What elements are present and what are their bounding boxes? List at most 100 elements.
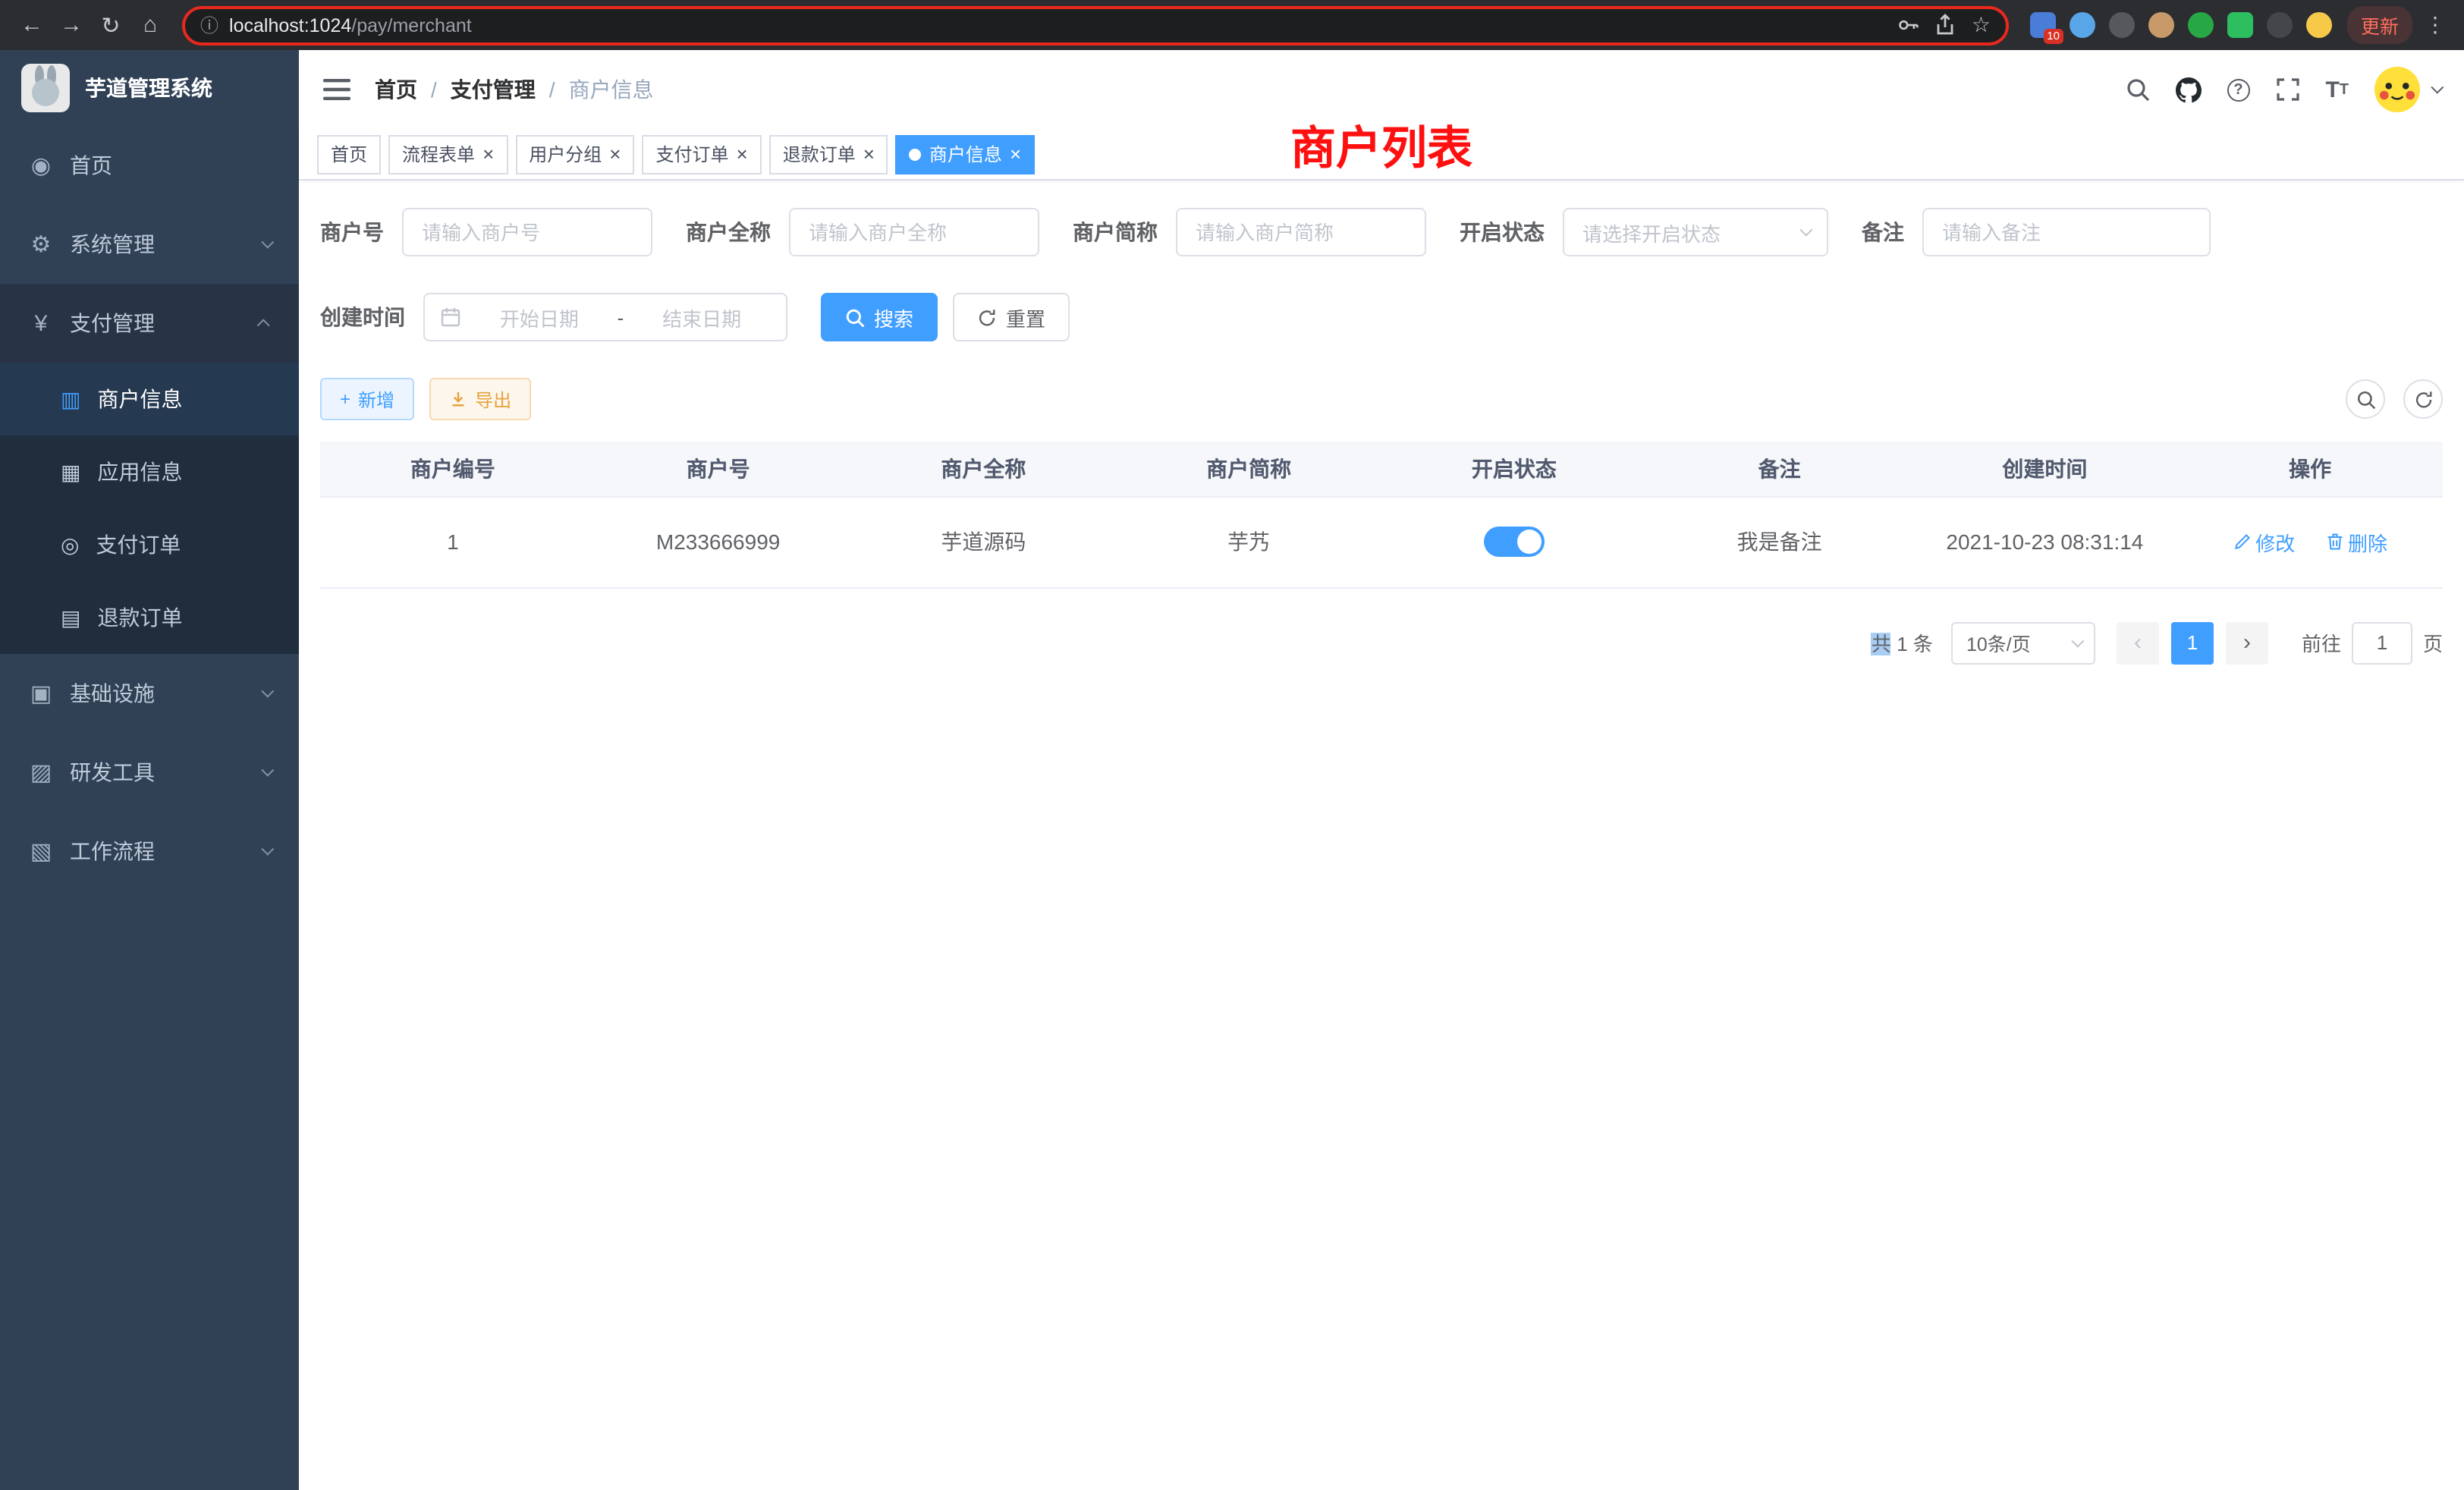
close-icon[interactable]: × [482, 144, 494, 164]
bookmark-star-icon[interactable]: ☆ [1972, 12, 1991, 38]
sidebar-item-system[interactable]: ⚙ 系统管理 [0, 205, 299, 284]
next-page-button[interactable]: › [2226, 621, 2268, 664]
page-size-select[interactable]: 10条/页 [1951, 621, 2095, 664]
reload-icon[interactable]: ↻ [91, 5, 130, 45]
extension-icon[interactable] [2109, 12, 2135, 38]
status-select[interactable]: 请选择开启状态 [1563, 208, 1828, 256]
toggle-search-button[interactable] [2346, 379, 2385, 419]
status-toggle[interactable] [1484, 527, 1545, 557]
chevron-down-icon [261, 236, 274, 249]
tab-user-group[interactable]: 用户分组 × [515, 134, 634, 174]
chevron-down-icon [1799, 224, 1812, 237]
card-icon: ▥ [61, 386, 80, 412]
search-icon[interactable] [2125, 77, 2149, 102]
key-icon[interactable] [1897, 14, 1920, 36]
url-bar[interactable]: ⓘ localhost:1024 /pay/merchant ☆ [182, 5, 2009, 45]
short-name-input[interactable] [1176, 208, 1426, 256]
monitor-icon: ▣ [29, 680, 53, 707]
status-select-placeholder: 请选择开启状态 [1582, 218, 1721, 247]
sidebar-item-app-info[interactable]: ▦ 应用信息 [0, 435, 299, 508]
sidebar-item-infrastructure[interactable]: ▣ 基础设施 [0, 654, 299, 733]
tab-refund-order[interactable]: 退款订单 × [769, 134, 888, 174]
delete-link[interactable]: 删除 [2325, 527, 2387, 556]
date-start-placeholder: 开始日期 [470, 303, 608, 332]
help-icon[interactable]: ? [2227, 78, 2249, 101]
create-time-range-picker[interactable]: 开始日期 - 结束日期 [423, 293, 787, 341]
column-header: 备注 [1647, 442, 1912, 496]
refresh-button[interactable] [2403, 379, 2443, 419]
forward-icon[interactable]: → [52, 5, 91, 45]
merchant-no-input[interactable] [402, 208, 652, 256]
tab-process-form[interactable]: 流程表单 × [388, 134, 508, 174]
add-button[interactable]: + 新增 [320, 378, 414, 420]
sidebar-item-label: 应用信息 [97, 457, 182, 487]
breadcrumb-home[interactable]: 首页 [375, 74, 417, 105]
chevron-down-icon [261, 764, 274, 777]
edit-link[interactable]: 修改 [2233, 527, 2295, 556]
sidebar-item-home[interactable]: ◉ 首页 [0, 126, 299, 205]
gear-icon: ⚙ [29, 231, 53, 258]
logo-avatar [21, 64, 70, 112]
close-icon[interactable]: × [863, 144, 875, 164]
extension-icon[interactable] [2267, 12, 2293, 38]
extension-icon[interactable] [2070, 12, 2095, 38]
extension-icon[interactable] [2306, 12, 2332, 38]
remark-input[interactable] [1922, 208, 2211, 256]
tags-view-bar: 首页 流程表单 × 用户分组 × 支付订单 × 退款订单 × [299, 129, 2464, 181]
app-title: 芋道管理系统 [85, 73, 212, 103]
sidebar-item-label: 商户信息 [97, 384, 182, 414]
goto-page-input[interactable] [2352, 621, 2412, 664]
sidebar-item-workflow[interactable]: ▧ 工作流程 [0, 812, 299, 891]
full-name-label: 商户全称 [686, 217, 771, 247]
extension-icon[interactable] [2148, 12, 2174, 38]
fullscreen-icon[interactable] [2275, 77, 2299, 102]
sidebar-item-dev-tools[interactable]: ▨ 研发工具 [0, 733, 299, 812]
extension-icon[interactable] [2227, 12, 2253, 38]
home-icon[interactable]: ⌂ [130, 5, 170, 45]
prev-page-button[interactable]: ‹ [2117, 621, 2159, 664]
tab-home[interactable]: 首页 [317, 134, 381, 174]
reset-button[interactable]: 重置 [953, 293, 1070, 341]
breadcrumb: 首页 / 支付管理 / 商户信息 [375, 74, 654, 105]
github-icon[interactable] [2175, 77, 2201, 102]
sidebar-item-merchant-info[interactable]: ▥ 商户信息 [0, 363, 299, 435]
sidebar-item-payment[interactable]: ¥ 支付管理 [0, 284, 299, 363]
font-size-icon[interactable]: TT [2325, 78, 2349, 101]
sidebar-item-refund-order[interactable]: ▤ 退款订单 [0, 581, 299, 654]
full-name-input[interactable] [789, 208, 1039, 256]
url-path: /pay/merchant [351, 14, 471, 36]
search-button[interactable]: 搜索 [821, 293, 938, 341]
extension-icon[interactable]: 10 [2030, 12, 2056, 38]
browser-update-button[interactable]: 更新 [2347, 6, 2412, 44]
hamburger-icon[interactable] [323, 77, 350, 102]
chevron-down-icon [2431, 81, 2444, 94]
back-icon[interactable]: ← [12, 5, 52, 45]
dashboard-icon: ◉ [29, 152, 53, 179]
share-icon[interactable] [1935, 14, 1956, 36]
app-logo[interactable]: 芋道管理系统 [0, 50, 299, 126]
browser-menu-icon[interactable]: ⋮ [2418, 12, 2452, 38]
sidebar-item-label: 基础设施 [70, 678, 155, 709]
tab-merchant-info[interactable]: 商户信息 × [896, 134, 1035, 174]
breadcrumb-current: 商户信息 [569, 74, 654, 105]
sidebar-item-pay-order[interactable]: ◎ 支付订单 [0, 508, 299, 581]
extension-icon[interactable] [2188, 12, 2214, 38]
column-header: 操作 [2177, 442, 2443, 496]
avatar [2374, 67, 2420, 112]
info-icon[interactable]: ⓘ [200, 12, 218, 38]
close-icon[interactable]: × [1010, 144, 1021, 164]
tab-label: 支付订单 [655, 141, 728, 167]
user-menu[interactable] [2374, 67, 2440, 112]
search-icon [845, 307, 865, 327]
date-end-placeholder: 结束日期 [633, 303, 771, 332]
status-label: 开启状态 [1460, 217, 1545, 247]
page-button-1[interactable]: 1 [2171, 621, 2214, 664]
extension-badge: 10 [2043, 28, 2063, 44]
breadcrumb-payment[interactable]: 支付管理 [451, 74, 536, 105]
tab-pay-order[interactable]: 支付订单 × [642, 134, 761, 174]
plus-icon: + [340, 388, 350, 410]
refund-icon: ▤ [61, 605, 80, 630]
close-icon[interactable]: × [737, 144, 748, 164]
export-button[interactable]: 导出 [429, 378, 531, 420]
close-icon[interactable]: × [609, 144, 621, 164]
